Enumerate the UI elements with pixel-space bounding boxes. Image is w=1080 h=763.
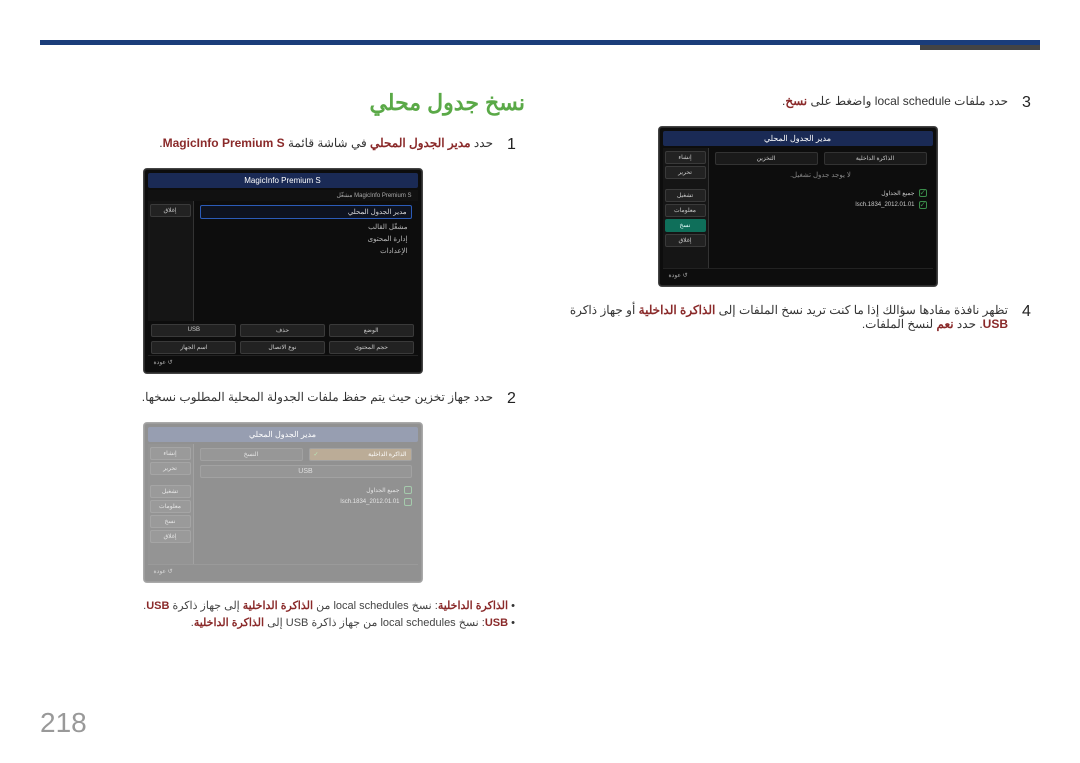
side-btn[interactable]: معلومات xyxy=(150,500,191,513)
column-header: التخزين xyxy=(715,152,818,165)
list-item[interactable]: 2012.01.01_1834.lsch xyxy=(200,496,412,508)
menu-item[interactable]: الإعدادات xyxy=(200,245,412,257)
menu-item[interactable]: إدارة المحتوى xyxy=(200,233,412,245)
column-header: الذاكرة الداخلية xyxy=(368,451,406,458)
checkbox-icon[interactable] xyxy=(404,486,412,494)
close-button[interactable]: إغلاق xyxy=(150,204,191,217)
window-subhead: MagicInfo Premium S مشغّل xyxy=(148,190,418,201)
side-btn[interactable]: إغلاق xyxy=(150,530,191,543)
return-hint: عودة xyxy=(148,564,418,576)
window-side: إنشاء تحرير تشغيل معلومات نسخ إغلاق xyxy=(663,148,709,268)
step-number: 2 xyxy=(507,390,525,408)
menu-item[interactable]: مشغّل القالب xyxy=(200,221,412,233)
list-item[interactable]: 2012.01.01_1834.lsch xyxy=(715,199,927,211)
schedule-manager-window-dim: مدير الجدول المحلي إنشاء تحرير تشغيل معل… xyxy=(143,422,423,583)
highlighted-item[interactable]: مدير الجدول المحلي xyxy=(200,205,412,219)
side-btn[interactable]: معلومات xyxy=(665,204,706,217)
bottom-btn[interactable]: حجم المحتوى xyxy=(329,341,414,354)
checkbox-icon[interactable] xyxy=(404,498,412,506)
side-btn[interactable]: إغلاق xyxy=(665,234,706,247)
step-number: 4 xyxy=(1022,303,1040,331)
bottom-btn[interactable]: نوع الاتصال xyxy=(240,341,325,354)
checkbox-icon[interactable] xyxy=(919,189,927,197)
step-1: 1 حدد مدير الجدول المحلي في شاشة قائمة M… xyxy=(40,136,525,154)
step-number: 1 xyxy=(507,136,525,154)
step-text: حدد مدير الجدول المحلي في شاشة قائمة Mag… xyxy=(159,136,493,154)
bottom-btn[interactable]: USB xyxy=(151,324,236,337)
side-btn[interactable]: إنشاء xyxy=(665,151,706,164)
window-title: مدير الجدول المحلي xyxy=(663,131,933,146)
side-btn[interactable]: تشغيل xyxy=(150,485,191,498)
window-side: إغلاق xyxy=(148,201,194,321)
window-title: MagicInfo Premium S xyxy=(148,173,418,188)
step-text: حدد ملفات local schedule واضغط على نسخ. xyxy=(782,94,1008,112)
copy-button[interactable]: نسخ xyxy=(665,219,706,232)
section-title: نسخ جدول محلي xyxy=(40,90,525,116)
note-line: الذاكرة الداخلية: نسخ local schedules من… xyxy=(40,599,515,612)
side-btn[interactable]: نسخ xyxy=(150,515,191,528)
side-btn[interactable]: تحرير xyxy=(665,166,706,179)
window-side: إنشاء تحرير تشغيل معلومات نسخ إغلاق xyxy=(148,444,194,564)
bottom-btn[interactable]: حذف xyxy=(240,324,325,337)
step-4: 4 تظهر نافذة مفادها سؤالك إذا ما كنت تري… xyxy=(555,303,1040,331)
step-2: 2 حدد جهاز تخزين حيث يتم حفظ ملفات الجدو… xyxy=(40,390,525,408)
step-text: حدد جهاز تخزين حيث يتم حفظ ملفات الجدولة… xyxy=(142,390,493,408)
left-column: 3 حدد ملفات local schedule واضغط على نسخ… xyxy=(555,90,1040,631)
header-bar xyxy=(40,40,1040,66)
notes-list: الذاكرة الداخلية: نسخ local schedules من… xyxy=(40,599,525,629)
step-3: 3 حدد ملفات local schedule واضغط على نسخ… xyxy=(555,94,1040,112)
step-number: 3 xyxy=(1022,94,1040,112)
usb-row[interactable]: USB xyxy=(200,465,412,478)
bottom-btn[interactable]: الوضع xyxy=(329,324,414,337)
list-item[interactable]: جميع الجداول xyxy=(715,187,927,199)
side-btn[interactable]: إنشاء xyxy=(150,447,191,460)
return-hint: عودة xyxy=(148,355,418,367)
list-item[interactable]: جميع الجداول xyxy=(200,484,412,496)
window-main: الذاكرة الداخلية ✓ النسخ USB جميع الجداو… xyxy=(194,444,418,564)
side-btn[interactable]: تحرير xyxy=(150,462,191,475)
empty-msg: لا يوجد جدول تشغيل. xyxy=(715,169,927,181)
schedule-manager-window: مدير الجدول المحلي إنشاء تحرير تشغيل معل… xyxy=(658,126,938,287)
window-main: مدير الجدول المحلي مشغّل القالب إدارة ال… xyxy=(194,201,418,321)
magicinfo-window: MagicInfo Premium S MagicInfo Premium S … xyxy=(143,168,423,374)
column-header: النسخ xyxy=(200,448,303,461)
window-title: مدير الجدول المحلي xyxy=(148,427,418,442)
checkbox-icon[interactable] xyxy=(919,201,927,209)
window-main: الذاكرة الداخلية التخزين لا يوجد جدول تش… xyxy=(709,148,933,268)
page-number: 218 xyxy=(40,707,87,739)
step-text: تظهر نافذة مفادها سؤالك إذا ما كنت تريد … xyxy=(555,303,1008,331)
return-hint: عودة xyxy=(663,268,933,280)
note-line: USB: نسخ local schedules من جهاز ذاكرة U… xyxy=(40,616,515,629)
right-column: نسخ جدول محلي 1 حدد مدير الجدول المحلي ف… xyxy=(40,90,525,631)
column-header: الذاكرة الداخلية xyxy=(824,152,927,165)
bottom-row: الوضع حذف USB xyxy=(148,321,418,338)
side-btn[interactable]: تشغيل xyxy=(665,189,706,202)
bottom-btn[interactable]: اسم الجهاز xyxy=(151,341,236,354)
check-icon: ✓ xyxy=(314,451,319,458)
bottom-row-2: حجم المحتوى نوع الاتصال اسم الجهاز xyxy=(148,338,418,355)
